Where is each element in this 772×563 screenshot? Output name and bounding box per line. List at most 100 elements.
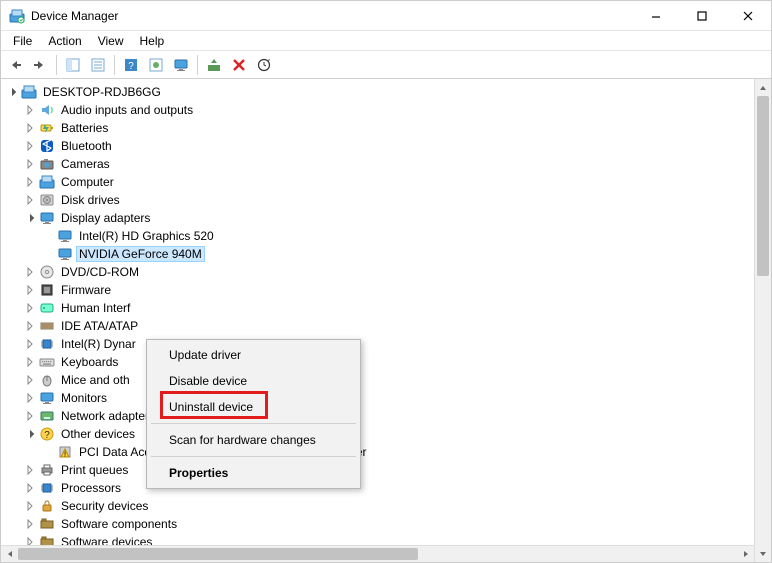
tree-category[interactable]: Bluetooth [5, 137, 754, 155]
tree-expander-icon[interactable] [23, 409, 37, 423]
tree-category[interactable]: Audio inputs and outputs [5, 101, 754, 119]
tree-expander-icon[interactable] [5, 85, 19, 99]
tree-device-label[interactable]: NVIDIA GeForce 940M [77, 247, 204, 261]
toolbar-back-button[interactable] [3, 54, 27, 76]
tree-category[interactable]: Other devices [5, 425, 754, 443]
horizontal-scrollbar[interactable] [1, 545, 754, 562]
context-menu-item[interactable]: Scan for hardware changes [149, 427, 358, 453]
hscroll-track[interactable] [18, 546, 737, 562]
tree-expander-icon[interactable] [23, 265, 37, 279]
tree-expander-icon[interactable] [23, 319, 37, 333]
tree-expander-icon[interactable] [23, 157, 37, 171]
tree-category-label[interactable]: Cameras [59, 157, 112, 171]
tree-category-label[interactable]: Network adapters [59, 409, 157, 423]
tree-expander-icon[interactable] [23, 283, 37, 297]
tree-expander-icon[interactable] [23, 517, 37, 531]
toolbar-show-hide-tree-button[interactable] [61, 54, 85, 76]
tree-category[interactable]: Firmware [5, 281, 754, 299]
tree-category-label[interactable]: Security devices [59, 499, 150, 513]
tree-category-label[interactable]: Other devices [59, 427, 137, 441]
tree-expander-icon[interactable] [23, 337, 37, 351]
tree-category[interactable]: Monitors [5, 389, 754, 407]
menu-action[interactable]: Action [40, 32, 89, 50]
tree-expander-icon[interactable] [23, 481, 37, 495]
tree-category[interactable]: Mice and oth [5, 371, 754, 389]
tree-expander-icon[interactable] [23, 463, 37, 477]
tree-category-label[interactable]: Audio inputs and outputs [59, 103, 195, 117]
tree-category-label[interactable]: Display adapters [59, 211, 152, 225]
tree-expander-icon[interactable] [23, 301, 37, 315]
context-menu-item[interactable]: Update driver [149, 342, 358, 368]
tree-category-label[interactable]: IDE ATA/ATAP [59, 319, 140, 333]
tree-expander-icon[interactable] [23, 139, 37, 153]
tree-category[interactable]: Processors [5, 479, 754, 497]
tree-category-label[interactable]: Software components [59, 517, 179, 531]
tree-category-label[interactable]: Monitors [59, 391, 109, 405]
close-button[interactable] [725, 1, 771, 31]
menu-file[interactable]: File [5, 32, 40, 50]
tree-expander-icon[interactable] [23, 193, 37, 207]
tree-category-label[interactable]: DVD/CD-ROM [59, 265, 141, 279]
toolbar-help-button[interactable]: ? [119, 54, 143, 76]
tree-category-label[interactable]: Human Interf [59, 301, 132, 315]
tree-category[interactable]: Human Interf [5, 299, 754, 317]
tree-category[interactable]: Disk drives [5, 191, 754, 209]
tree-category-label[interactable]: Firmware [59, 283, 113, 297]
toolbar-uninstall-button[interactable] [227, 54, 251, 76]
tree-category[interactable]: Batteries [5, 119, 754, 137]
tree-category-label[interactable]: Processors [59, 481, 123, 495]
scroll-thumb[interactable] [757, 96, 769, 276]
tree-device[interactable]: PCI Data Acquisition and Signal Processi… [5, 443, 754, 461]
tree-expander-icon[interactable] [23, 373, 37, 387]
tree-category[interactable]: Cameras [5, 155, 754, 173]
menu-help[interactable]: Help [132, 32, 173, 50]
vertical-scrollbar[interactable] [754, 79, 771, 562]
scroll-track[interactable] [755, 96, 771, 545]
scroll-down-button[interactable] [755, 545, 771, 562]
tree-expander-icon[interactable] [23, 391, 37, 405]
tree-category-label[interactable]: Print queues [59, 463, 130, 477]
tree-category[interactable]: Intel(R) Dynar [5, 335, 754, 353]
tree-expander-icon[interactable] [23, 211, 37, 225]
tree-category-label[interactable]: Computer [59, 175, 116, 189]
tree-device-label[interactable]: Intel(R) HD Graphics 520 [77, 229, 216, 243]
tree-device[interactable]: NVIDIA GeForce 940M [5, 245, 754, 263]
menu-view[interactable]: View [90, 32, 132, 50]
toolbar-forward-button[interactable] [28, 54, 52, 76]
tree-category[interactable]: Network adapters [5, 407, 754, 425]
context-menu-item[interactable]: Properties [149, 460, 358, 486]
tree-expander-icon[interactable] [23, 103, 37, 117]
scroll-right-button[interactable] [737, 546, 754, 562]
tree-category[interactable]: IDE ATA/ATAP [5, 317, 754, 335]
hscroll-thumb[interactable] [18, 548, 418, 560]
tree-category-label[interactable]: Intel(R) Dynar [59, 337, 138, 351]
tree-category[interactable]: Security devices [5, 497, 754, 515]
tree-category[interactable]: Computer [5, 173, 754, 191]
tree-expander-icon[interactable] [23, 121, 37, 135]
toolbar-properties-button[interactable] [86, 54, 110, 76]
tree-expander-icon[interactable] [23, 499, 37, 513]
tree-category[interactable]: Print queues [5, 461, 754, 479]
tree-device[interactable]: Intel(R) HD Graphics 520 [5, 227, 754, 245]
context-menu-item[interactable]: Disable device [149, 368, 358, 394]
tree-root[interactable]: DESKTOP-RDJB6GG [5, 83, 754, 101]
maximize-button[interactable] [679, 1, 725, 31]
toolbar-update-driver-button[interactable] [202, 54, 226, 76]
tree-expander-icon[interactable] [23, 427, 37, 441]
tree-category-label[interactable]: Mice and oth [59, 373, 132, 387]
scroll-up-button[interactable] [755, 79, 771, 96]
tree-category[interactable]: Keyboards [5, 353, 754, 371]
tree-category-label[interactable]: Keyboards [59, 355, 120, 369]
toolbar-action-button[interactable] [144, 54, 168, 76]
tree-category[interactable]: DVD/CD-ROM [5, 263, 754, 281]
scroll-left-button[interactable] [1, 546, 18, 562]
tree-category[interactable]: Software components [5, 515, 754, 533]
minimize-button[interactable] [633, 1, 679, 31]
tree-category-label[interactable]: Batteries [59, 121, 110, 135]
tree-category-label[interactable]: Disk drives [59, 193, 122, 207]
context-menu-item[interactable]: Uninstall device [149, 394, 358, 420]
device-tree[interactable]: DESKTOP-RDJB6GG Audio inputs and outputs… [1, 79, 754, 562]
tree-category[interactable]: Display adapters [5, 209, 754, 227]
tree-expander-icon[interactable] [23, 175, 37, 189]
toolbar-display-button[interactable] [169, 54, 193, 76]
